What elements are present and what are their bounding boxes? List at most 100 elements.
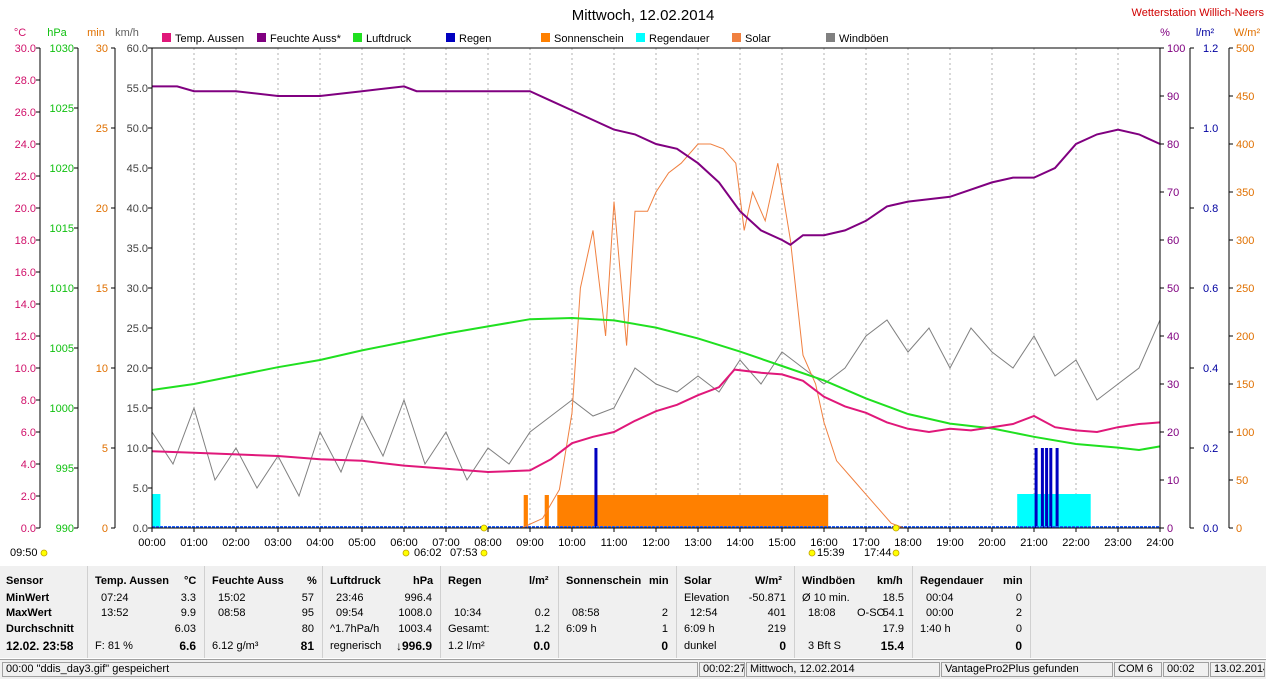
rain-header: Regen: [448, 575, 482, 587]
solar-cur-label: dunkel: [684, 640, 717, 652]
tick-label: 15.0: [127, 403, 148, 415]
temp-header: Temp. Aussen: [95, 575, 169, 587]
raindur-total: 1:40 h: [920, 623, 951, 635]
temp-min-time: 07:24: [101, 592, 129, 604]
raindur-unit: min: [1003, 575, 1023, 587]
tick-label: 1000: [50, 403, 74, 415]
temp-min-value: 3.3: [180, 592, 196, 604]
press-max-value: 1008.0: [398, 607, 432, 619]
solar-header: Solar: [684, 575, 712, 587]
tick-label: 100: [1167, 43, 1185, 55]
sun-marker-icon: [40, 549, 48, 557]
wind-cur-label: 3 Bft S: [808, 640, 842, 652]
legend-label: Sonnenschein: [554, 33, 624, 45]
tick-label: 30.0: [127, 283, 148, 295]
chart-grid: [151, 48, 1161, 528]
tick-label: 20.0: [127, 363, 148, 375]
rain-bar: [1045, 448, 1049, 528]
wind-max-time: 18:08: [808, 607, 836, 619]
status-bar: 00:00 "ddis_day3.gif" gespeichert 00:02:…: [0, 659, 1266, 679]
axis-unit: km/h: [115, 27, 139, 39]
station-name: Wetterstation Willich-Neers: [1132, 7, 1265, 19]
tick-label: 18.0: [15, 235, 36, 247]
tick-label: 1.2: [1203, 43, 1218, 55]
legend-label: Regendauer: [649, 33, 710, 45]
tick-label: 20.0: [15, 203, 36, 215]
legend-swatch: [541, 33, 550, 42]
tick-label: 1020: [50, 163, 74, 175]
chart-title: Mittwoch, 12.02.2014: [572, 7, 715, 24]
tick-label: 15: [96, 283, 108, 295]
time-tick-label: 03:00: [264, 537, 292, 549]
raindur-current: 0: [1015, 639, 1022, 653]
tick-label: 28.0: [15, 75, 36, 87]
press-forecast: regnerisch: [330, 640, 382, 652]
tick-label: 30.0: [15, 43, 36, 55]
tick-label: 400: [1236, 139, 1254, 151]
tick-label: 0: [1236, 523, 1242, 535]
status-saved: 00:00 "ddis_day3.gif" gespeichert: [2, 662, 698, 677]
tick-label: 20: [96, 203, 108, 215]
tick-label: 22.0: [15, 171, 36, 183]
tick-label: 1015: [50, 223, 74, 235]
solar-duration: 6:09 h: [684, 623, 715, 635]
rain-bar: [594, 448, 598, 528]
marker-label-0602: 06:02: [414, 547, 442, 559]
axis-unit: %: [1160, 27, 1170, 39]
press-max-time: 09:54: [336, 607, 364, 619]
hum-min-time: 15:02: [218, 592, 246, 604]
tick-label: 30: [96, 43, 108, 55]
tick-label: 0.4: [1203, 363, 1218, 375]
sun-marker-icon: [892, 524, 900, 532]
sun-marker-icon: [808, 549, 816, 557]
time-tick-label: 18:00: [894, 537, 922, 549]
marker-label-0950: 09:50: [10, 547, 38, 559]
hum-unit: %: [307, 575, 317, 587]
col-wind: Windböen km/h Ø 10 min. 18.5 18:08 O-SO …: [795, 566, 913, 658]
axis-unit: W/m²: [1234, 27, 1261, 39]
legend-swatch: [636, 33, 645, 42]
tick-label: 4.0: [21, 459, 36, 471]
tick-label: 20: [1167, 427, 1179, 439]
rain-duration-block: [1017, 494, 1091, 528]
tick-label: 5.0: [133, 483, 148, 495]
time-tick-label: 13:00: [684, 537, 712, 549]
row-min-label: MinWert: [6, 592, 50, 604]
status-time: 00:02: [1163, 662, 1209, 677]
rain-cur-label: 1.2 l/m²: [448, 640, 485, 652]
legend-label: Regen: [459, 33, 491, 45]
time-tick-label: 10:00: [558, 537, 586, 549]
tick-label: 250: [1236, 283, 1254, 295]
solar-current: 0: [779, 639, 786, 653]
tick-label: 5: [102, 443, 108, 455]
time-tick-label: 05:00: [348, 537, 376, 549]
tick-label: 26.0: [15, 107, 36, 119]
solar-max-value: 401: [767, 607, 786, 619]
tick-label: 450: [1236, 91, 1254, 103]
sun-unit: min: [649, 575, 669, 587]
status-today: 13.02.2014: [1210, 662, 1265, 677]
time-tick-label: 14:00: [726, 537, 754, 549]
col-solar: Solar W/m² Elevation -50.871 12:54 401 6…: [677, 566, 795, 658]
sunshine-block: [557, 495, 829, 528]
col-rain: Regen l/m² 10:34 0.2 Gesamt: 1.2 1.2 l/m…: [441, 566, 559, 658]
axis-unit: °C: [14, 27, 26, 39]
tick-label: 50.0: [127, 123, 148, 135]
tick-label: 12.0: [15, 331, 36, 343]
wind-avg-value: 17.9: [882, 623, 904, 635]
rain-max-value: 0.2: [534, 607, 550, 619]
current-time: 12.02. 23:58: [6, 639, 74, 653]
marker-label-0753: 07:53: [450, 547, 478, 559]
sunshine-block: [523, 495, 528, 528]
time-tick-label: 20:00: [978, 537, 1006, 549]
time-tick-label: 09:00: [516, 537, 544, 549]
tick-label: 16.0: [15, 267, 36, 279]
tick-label: 350: [1236, 187, 1254, 199]
tick-label: 1030: [50, 43, 74, 55]
col-sensor: Sensor MinWert MaxWert Durchschnitt 12.0…: [0, 566, 88, 658]
legend-label: Temp. Aussen: [175, 33, 244, 45]
time-tick-label: 23:00: [1104, 537, 1132, 549]
tick-label: 0.6: [1203, 283, 1218, 295]
row-avg-label: Durchschnitt: [6, 623, 74, 635]
sun-duration: 6:09 h: [566, 623, 597, 635]
